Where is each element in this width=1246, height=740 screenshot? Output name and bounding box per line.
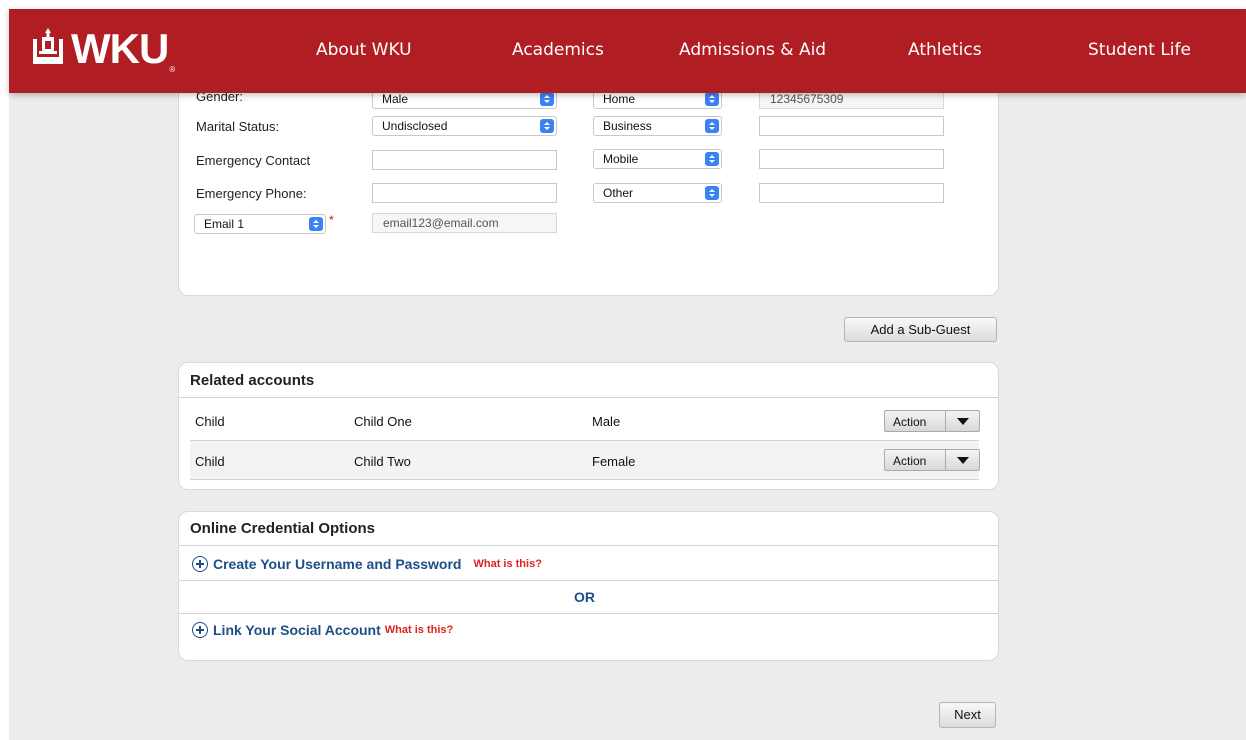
phone-number-field-3[interactable] xyxy=(759,149,944,169)
phone-type-value-3: Mobile xyxy=(603,152,639,166)
phone-number-field-2[interactable] xyxy=(759,116,944,136)
select-arrows-icon xyxy=(540,119,554,133)
table-row: Child Child One Male Action xyxy=(190,398,980,440)
action-dropdown[interactable]: Action xyxy=(884,449,980,471)
link-social-account-label: Link Your Social Account xyxy=(213,622,381,638)
select-arrows-icon xyxy=(705,119,719,133)
phone-number-field-4[interactable] xyxy=(759,183,944,203)
cupola-logo-icon xyxy=(33,28,63,64)
divider xyxy=(179,545,998,546)
relation-cell: Child xyxy=(195,414,225,429)
plus-circle-icon xyxy=(192,622,208,638)
select-arrows-icon xyxy=(705,92,719,106)
email-field[interactable] xyxy=(372,213,557,233)
phone-type-value-2: Business xyxy=(603,119,652,133)
gender-cell: Male xyxy=(592,414,621,429)
logo-wordmark: WKU xyxy=(71,25,169,72)
select-arrows-icon xyxy=(309,217,323,231)
nav-about-wku[interactable]: About WKU xyxy=(316,40,412,60)
link-social-account-link[interactable]: Link Your Social Account What is this? xyxy=(192,622,453,638)
phone-type-select-2[interactable]: Business xyxy=(593,116,722,136)
action-separator xyxy=(945,411,946,431)
name-cell: Child Two xyxy=(354,454,411,469)
select-arrows-icon xyxy=(540,92,554,106)
page-background: Gender: Male Home Marital Status: Undisc… xyxy=(9,9,1246,740)
phone-type-value-1: Home xyxy=(603,92,636,106)
gender-select-value: Male xyxy=(382,92,409,106)
phone-type-select-4[interactable]: Other xyxy=(593,183,722,203)
table-row: Child Child Two Female Action xyxy=(190,441,980,479)
site-header: WKU ® About WKU Academics Admissions & A… xyxy=(9,9,1246,93)
create-username-password-link[interactable]: Create Your Username and Password What i… xyxy=(192,556,542,572)
email-type-value: Email 1 xyxy=(204,217,245,231)
action-separator xyxy=(945,450,946,470)
divider xyxy=(179,613,998,614)
marital-status-select[interactable]: Undisclosed xyxy=(372,116,557,136)
name-cell: Child One xyxy=(354,414,412,429)
credential-options-title: Online Credential Options xyxy=(190,520,376,537)
registered-mark: ® xyxy=(169,65,176,74)
emergency-phone-field[interactable] xyxy=(372,183,557,203)
emergency-phone-label: Emergency Phone: xyxy=(196,186,307,201)
emergency-contact-field[interactable] xyxy=(372,150,557,170)
related-accounts-title: Related accounts xyxy=(190,372,315,389)
email-type-select[interactable]: Email 1 xyxy=(194,214,326,234)
gender-cell: Female xyxy=(592,454,636,469)
phone-type-select-3[interactable]: Mobile xyxy=(593,149,722,169)
divider xyxy=(179,580,998,581)
create-username-password-label: Create Your Username and Password xyxy=(213,556,462,572)
nav-athletics[interactable]: Athletics xyxy=(908,40,982,60)
what-is-this-link[interactable]: What is this? xyxy=(473,558,541,570)
add-subguest-button[interactable]: Add a Sub-Guest xyxy=(844,317,997,342)
select-arrows-icon xyxy=(705,186,719,200)
phone-type-value-4: Other xyxy=(603,186,634,200)
nav-admissions-aid[interactable]: Admissions & Aid xyxy=(679,40,826,60)
caret-down-icon xyxy=(957,457,969,464)
required-asterisk: * xyxy=(329,213,334,227)
marital-status-label: Marital Status: xyxy=(196,119,280,134)
plus-circle-icon xyxy=(192,556,208,572)
row-divider xyxy=(190,479,979,480)
nav-student-life[interactable]: Student Life xyxy=(1088,40,1191,60)
or-separator-text: OR xyxy=(574,589,595,605)
wku-logo[interactable]: WKU ® xyxy=(31,27,175,77)
action-label: Action xyxy=(893,454,927,468)
caret-down-icon xyxy=(957,418,969,425)
action-label: Action xyxy=(893,415,927,429)
relation-cell: Child xyxy=(195,454,225,469)
nav-academics[interactable]: Academics xyxy=(512,40,604,60)
action-dropdown[interactable]: Action xyxy=(884,410,980,432)
what-is-this-link[interactable]: What is this? xyxy=(385,624,453,636)
related-accounts-panel: Related accounts Child Child One Male Ac… xyxy=(178,362,999,490)
emergency-contact-label: Emergency Contact xyxy=(196,153,311,168)
next-button[interactable]: Next xyxy=(939,702,996,728)
marital-status-value: Undisclosed xyxy=(382,119,448,133)
online-credential-panel: Online Credential Options Create Your Us… xyxy=(178,511,999,661)
select-arrows-icon xyxy=(705,152,719,166)
